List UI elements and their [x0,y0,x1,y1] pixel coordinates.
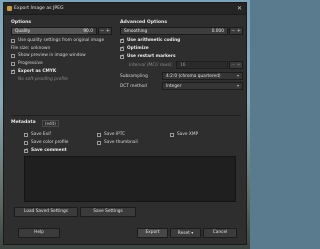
progressive-checkbox[interactable] [11,62,15,66]
quality-stepper[interactable]: − + [98,27,112,35]
save-exif-label: Save Exif [31,132,51,137]
export-cmyk-label: Export as CMYK [18,69,57,74]
dct-method-label: DCT method [120,84,147,89]
smoothing-value: 0.000 [211,29,224,34]
save-iptc-label: Save IPTC [104,132,126,137]
subsampling-value: 4:2:0 (chroma quartered) [166,74,221,79]
save-settings-button[interactable]: Save Settings [80,207,136,217]
optimize-checkbox[interactable] [120,46,124,51]
save-comment-checkbox[interactable] [24,148,28,153]
optimize-label: Optimize [127,46,149,51]
show-preview-checkbox[interactable] [11,54,15,58]
divider [11,115,241,116]
show-preview-label: Show preview in image window [18,53,86,58]
smoothing-slider[interactable]: Smoothing 0.000 [120,27,228,35]
save-iptc-checkbox[interactable] [97,133,101,137]
metadata-header: Metadata [11,120,36,125]
chevron-down-icon: ▾ [191,230,194,235]
arithmetic-coding-checkbox[interactable] [120,38,124,43]
smoothing-label: Smoothing [124,29,148,34]
restart-markers-label: Use restart markers [127,54,176,59]
interval-field[interactable]: 16 [176,61,228,69]
save-exif-checkbox[interactable] [24,133,28,137]
chevron-down-icon: ▾ [236,73,239,78]
quality-slider[interactable]: Quality 90.0 [11,27,97,35]
export-dialog: Export Image as JPEG ✕ Options Quality 9… [3,2,247,245]
export-button[interactable]: Export [137,228,168,238]
options-header: Options [11,20,32,25]
help-button[interactable]: Help [18,228,60,238]
save-comment-label: Save comment [31,148,67,153]
use-quality-original-checkbox[interactable] [11,39,15,43]
save-color-profile-label: Save color profile [31,140,69,145]
subsampling-select[interactable]: 4:2:0 (chroma quartered) ▾ [162,72,243,80]
reset-label: Reset [177,231,190,236]
quality-value: 90.0 [83,29,93,34]
smoothing-stepper[interactable]: − + [229,27,243,35]
reset-button[interactable]: Reset ▾ [170,228,201,238]
restart-markers-checkbox[interactable] [120,54,124,59]
comment-textarea[interactable] [24,156,236,202]
soft-proofing-label: No soft-proofing profile [18,77,68,82]
load-saved-settings-button[interactable]: Load Saved Settings [14,207,78,217]
interval-label: Interval (MCU rows): [129,63,173,68]
advanced-options-header: Advanced Options [120,20,168,25]
save-color-profile-checkbox[interactable] [24,141,28,145]
title-bar: Export Image as JPEG ✕ [4,3,246,15]
use-quality-original-label: Use quality settings from original image [18,38,105,43]
interval-stepper[interactable]: − + [229,61,243,69]
save-xmp-label: Save XMP [177,132,199,137]
save-xmp-checkbox[interactable] [170,133,174,137]
export-cmyk-checkbox[interactable] [11,69,15,74]
save-thumbnail-checkbox[interactable] [97,141,101,145]
progressive-label: Progressive [18,61,43,66]
file-size-label: File size: unknown [11,46,51,51]
chevron-down-icon: ▾ [236,83,239,88]
window-title: Export Image as JPEG [14,6,64,11]
subsampling-label: Subsampling [120,74,148,79]
quality-label: Quality [15,29,31,34]
interval-value: 16 [180,63,186,68]
cancel-button[interactable]: Cancel [203,228,237,238]
close-icon[interactable]: ✕ [237,5,242,12]
gimp-icon [7,6,12,11]
dct-method-value: Integer [166,84,182,89]
save-thumbnail-label: Save thumbnail [104,140,138,145]
metadata-edit-button[interactable]: (edit) [42,120,59,127]
arithmetic-coding-label: Use arithmetic coding [127,38,181,43]
dct-method-select[interactable]: Integer ▾ [162,82,243,90]
